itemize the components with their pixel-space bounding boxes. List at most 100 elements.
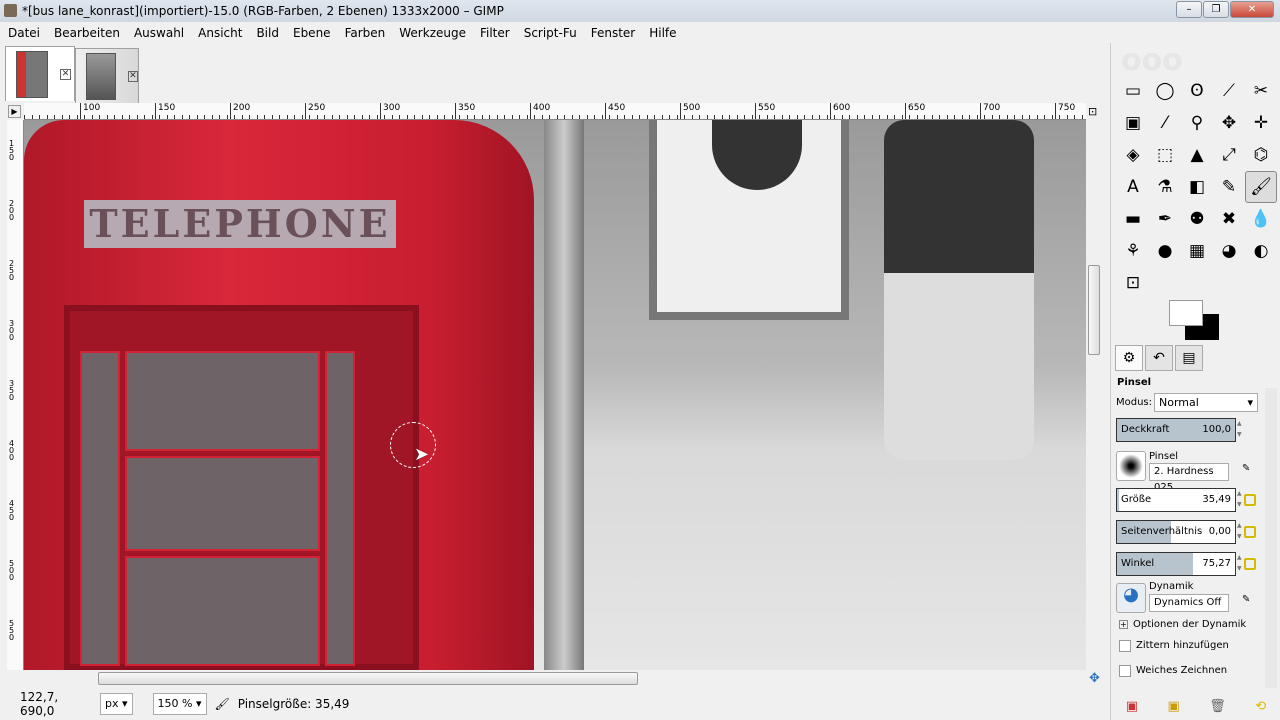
reset-options-icon[interactable]: ⟲ — [1255, 699, 1266, 714]
ruler-tick — [504, 115, 505, 119]
menu-fenster[interactable]: Fenster — [591, 26, 636, 40]
tool-icon[interactable]: ◈ — [1117, 139, 1149, 171]
ruler-tick — [436, 115, 438, 119]
tool-icon[interactable]: ● — [1149, 235, 1181, 267]
opacity-slider[interactable]: Deckkraft 100,0 — [1116, 418, 1236, 442]
tool-icon[interactable]: ◧ — [1181, 171, 1213, 203]
jitter-checkbox[interactable] — [1119, 640, 1131, 652]
edit-dynamics-icon[interactable]: ✎ — [1242, 594, 1250, 605]
tab-layers[interactable]: ▤ — [1175, 345, 1203, 371]
minimize-button[interactable]: – — [1176, 1, 1202, 18]
tool-icon[interactable]: ⬚ — [1149, 139, 1181, 171]
image-tab-1[interactable]: ✕ — [5, 46, 75, 101]
image-tab-2[interactable]: ✕ — [75, 48, 139, 103]
tab-tool-options[interactable]: ⚙ — [1115, 345, 1143, 371]
dynamics-field[interactable]: Dynamics Off — [1149, 594, 1229, 612]
ruler-tick — [549, 115, 550, 119]
tool-icon[interactable]: ⤢ — [1213, 139, 1245, 171]
angle-slider[interactable]: Winkel 75,27 — [1116, 552, 1236, 576]
menu-ansicht[interactable]: Ansicht — [198, 26, 242, 40]
tab-undo-history[interactable]: ↶ — [1145, 345, 1173, 371]
tool-icon[interactable]: ▭ — [1117, 75, 1149, 107]
tool-icon[interactable]: ▬ — [1117, 203, 1149, 235]
dynamics-icon[interactable]: ◕ — [1116, 583, 1146, 613]
menu-bearbeiten[interactable]: Bearbeiten — [54, 26, 120, 40]
reset-size-icon[interactable] — [1244, 494, 1256, 506]
tool-icon[interactable]: 💧 — [1245, 203, 1277, 235]
tool-icon[interactable]: ✎ — [1213, 171, 1245, 203]
tool-icon[interactable]: ✛ — [1245, 107, 1277, 139]
menu-werkzeuge[interactable]: Werkzeuge — [399, 26, 466, 40]
foreground-color[interactable] — [1169, 300, 1203, 326]
ruler-tick — [76, 115, 78, 119]
ruler-menu-button[interactable]: ▶ — [8, 105, 21, 118]
tool-icon[interactable]: A — [1117, 171, 1149, 203]
brush-preview[interactable] — [1116, 451, 1146, 481]
delete-options-icon[interactable]: 🗑 — [1209, 699, 1226, 714]
ruler-tick — [736, 115, 738, 119]
tool-icon[interactable]: ◕ — [1213, 235, 1245, 267]
ruler-tick — [706, 115, 708, 119]
tool-icon[interactable]: ⚉ — [1181, 203, 1213, 235]
tool-icon[interactable]: ⊡ — [1117, 267, 1149, 299]
window-title: *[bus lane_konrast](importiert)-15.0 (RG… — [22, 4, 504, 18]
tool-icon[interactable]: ✒ — [1149, 203, 1181, 235]
tool-icon[interactable]: ▦ — [1181, 235, 1213, 267]
zoom-fit-icon[interactable]: ⊡ — [1088, 105, 1097, 118]
unit-select[interactable]: px ▾ — [100, 693, 133, 715]
tool-icon[interactable]: ✖ — [1213, 203, 1245, 235]
tool-name: Pinsel — [1117, 377, 1152, 388]
vertical-scrollbar[interactable] — [1086, 120, 1102, 670]
image-canvas[interactable]: TELEPHONE ➤ — [24, 120, 1086, 670]
tool-icon[interactable]: 🖌 — [1245, 171, 1277, 203]
tool-icon[interactable]: ✥ — [1213, 107, 1245, 139]
menu-hilfe[interactable]: Hilfe — [649, 26, 676, 40]
size-slider[interactable]: Größe 35,49 — [1116, 488, 1236, 512]
reset-aspect-icon[interactable] — [1244, 526, 1256, 538]
ruler-tick — [714, 115, 715, 119]
tool-icon[interactable]: ◐ — [1245, 235, 1277, 267]
brush-name-field[interactable]: 2. Hardness 025 — [1149, 463, 1229, 493]
maximize-button[interactable]: ❐ — [1203, 1, 1229, 18]
navigate-icon[interactable]: ✥ — [1089, 671, 1100, 686]
ruler-tick — [759, 115, 760, 119]
tool-icon[interactable]: ⌬ — [1245, 139, 1277, 171]
menu-datei[interactable]: Datei — [8, 26, 40, 40]
menu-farben[interactable]: Farben — [345, 26, 386, 40]
tool-icon[interactable]: ◯ — [1149, 75, 1181, 107]
mode-select[interactable]: Normal ▾ — [1154, 393, 1259, 412]
opacity-spinner[interactable]: ▲ ▼ — [1237, 418, 1245, 442]
zoom-select[interactable]: 150 % ▾ — [152, 693, 207, 715]
ruler-tick — [121, 115, 123, 119]
horizontal-scrollbar[interactable] — [0, 670, 1086, 686]
ruler-tick — [1074, 115, 1075, 119]
reset-angle-icon[interactable] — [1244, 558, 1256, 570]
tool-icon[interactable]: ⟋ — [1213, 75, 1245, 107]
fg-bg-colors[interactable] — [1169, 300, 1221, 342]
menu-script-fu[interactable]: Script-Fu — [524, 26, 577, 40]
edit-brush-icon[interactable]: ✎ — [1242, 463, 1250, 474]
smooth-checkbox[interactable] — [1119, 665, 1131, 677]
tool-icon[interactable]: ▣ — [1117, 107, 1149, 139]
tool-icon[interactable]: ⚲ — [1181, 107, 1213, 139]
close-tab-icon[interactable]: ✕ — [127, 70, 138, 82]
tool-icon[interactable]: ⚗ — [1149, 171, 1181, 203]
menu-filter[interactable]: Filter — [480, 26, 510, 40]
options-scrollbar[interactable] — [1265, 388, 1277, 688]
save-options-icon[interactable]: ▣ — [1126, 699, 1138, 714]
restore-options-icon[interactable]: ▣ — [1168, 699, 1180, 714]
menu-auswahl[interactable]: Auswahl — [134, 26, 184, 40]
pointer-cursor-icon: ➤ — [414, 444, 430, 465]
tool-icon[interactable]: ⚘ — [1117, 235, 1149, 267]
close-button[interactable]: ✕ — [1230, 1, 1274, 18]
dynamics-options-expander[interactable]: + Optionen der Dynamik — [1116, 619, 1246, 630]
tool-icon[interactable]: ✂ — [1245, 75, 1277, 107]
menu-ebene[interactable]: Ebene — [293, 26, 331, 40]
ruler-tick — [594, 115, 595, 119]
menu-bild[interactable]: Bild — [256, 26, 279, 40]
aspect-ratio-slider[interactable]: Seitenverhältnis 0,00 — [1116, 520, 1236, 544]
tool-icon[interactable]: ⁄ — [1149, 107, 1181, 139]
close-tab-icon[interactable]: ✕ — [60, 68, 71, 80]
tool-icon[interactable]: ▲ — [1181, 139, 1213, 171]
tool-icon[interactable]: ʘ — [1181, 75, 1213, 107]
